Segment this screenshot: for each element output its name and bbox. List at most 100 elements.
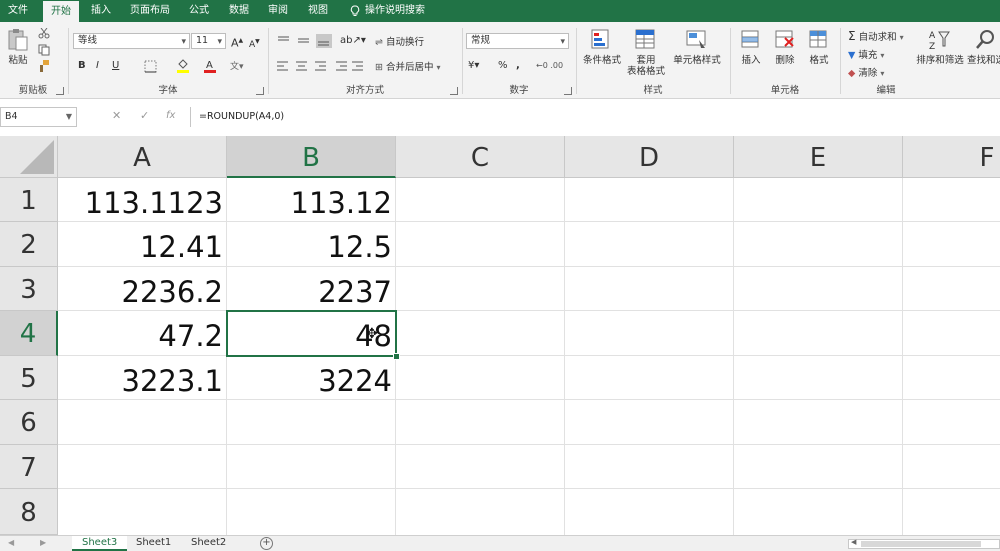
delete-cells-button[interactable]: 删除 xyxy=(768,28,802,66)
wrap-text-button[interactable]: ⇌ 自动换行 xyxy=(375,34,424,48)
enter-icon[interactable]: ✓ xyxy=(140,109,149,122)
worksheet-grid: A B C D E F 1 2 3 4 5 6 7 8 113.1123 12.… xyxy=(0,136,1000,535)
cut-icon[interactable] xyxy=(38,28,50,39)
find-select-button[interactable]: 查找和选 xyxy=(966,28,1000,66)
tell-me-search[interactable]: 操作说明搜索 xyxy=(342,0,433,22)
column-header-b[interactable]: B xyxy=(227,136,396,178)
paste-button[interactable]: 粘贴 xyxy=(4,28,32,66)
font-color-icon[interactable]: A xyxy=(203,58,217,73)
number-launcher-icon[interactable] xyxy=(564,87,572,95)
merge-center-button[interactable]: ⊞ 合并后居中 ▾ xyxy=(375,59,441,73)
scroll-left-icon[interactable]: ◀ xyxy=(8,538,14,547)
column-header-e[interactable]: E xyxy=(734,136,903,178)
copy-icon[interactable] xyxy=(38,44,50,56)
format-as-table-label-2: 表格格式 xyxy=(626,66,665,77)
tab-file[interactable]: 文件 xyxy=(0,0,36,22)
tab-page-layout[interactable]: 页面布局 xyxy=(122,0,178,22)
decimal-buttons-icon[interactable]: ←0 .00 xyxy=(536,59,563,73)
horizontal-scrollbar[interactable]: ◀ xyxy=(848,538,1000,549)
chevron-down-icon: ▾ xyxy=(217,37,222,47)
tab-review[interactable]: 审阅 xyxy=(260,0,296,22)
column-header-c[interactable]: C xyxy=(396,136,565,178)
shrink-font-button[interactable]: A▼ xyxy=(249,35,260,52)
fill-handle[interactable] xyxy=(393,353,400,360)
sheet-tab-sheet3[interactable]: Sheet3 xyxy=(72,536,128,551)
cell-a2[interactable]: 12.41 xyxy=(58,222,227,267)
sort-filter-button[interactable]: A Z 排序和筛选 xyxy=(916,28,964,66)
cell-a1[interactable]: 113.1123 xyxy=(58,178,227,222)
underline-button[interactable]: U xyxy=(112,59,119,73)
row-header-8[interactable]: 8 xyxy=(0,489,58,535)
column-header-a[interactable]: A xyxy=(58,136,227,178)
row-header-1[interactable]: 1 xyxy=(0,178,58,222)
comma-button[interactable]: , xyxy=(516,59,520,73)
font-name-select[interactable]: 等线 ▾ xyxy=(73,33,190,49)
sort-filter-label: 排序和筛选 xyxy=(916,55,964,66)
sheet-tab-sheet2[interactable]: Sheet2 xyxy=(181,536,236,551)
row-header-2[interactable]: 2 xyxy=(0,222,58,267)
phonetic-icon[interactable]: 文▾ xyxy=(230,60,244,74)
tab-home[interactable]: 开始 xyxy=(43,1,79,22)
fill-button[interactable]: ▼ 填充 ▾ xyxy=(848,47,884,61)
column-header-d[interactable]: D xyxy=(565,136,734,178)
search-icon xyxy=(976,30,994,49)
number-format-select[interactable]: 常规 ▾ xyxy=(466,33,569,49)
scroll-right-icon[interactable]: ▶ xyxy=(40,538,46,547)
row-header-7[interactable]: 7 xyxy=(0,445,58,489)
column-header-f[interactable]: F xyxy=(903,136,1000,178)
tab-formulas[interactable]: 公式 xyxy=(181,0,217,22)
styles-group-label: 样式 xyxy=(643,85,663,96)
tab-insert[interactable]: 插入 xyxy=(83,0,119,22)
row-header-5[interactable]: 5 xyxy=(0,356,58,400)
alignment-launcher-icon[interactable] xyxy=(450,87,458,95)
ribbon: 粘贴 剪贴板 等线 ▾ 11 ▾ A▲ A▼ B I U A 文▾ 字体 ab↗… xyxy=(0,22,1000,99)
insert-cells-button[interactable]: 插入 xyxy=(734,28,768,66)
merge-center-icon: ⊞ xyxy=(375,62,383,73)
name-box[interactable]: B4 ▼ xyxy=(0,107,77,127)
currency-button[interactable]: ¥▾ xyxy=(468,59,479,73)
row-header-4[interactable]: 4 xyxy=(0,311,58,356)
scroll-left-arrow-icon[interactable]: ◀ xyxy=(851,538,856,546)
divider xyxy=(268,28,269,94)
tab-data[interactable]: 数据 xyxy=(221,0,257,22)
cell-styles-button[interactable]: 单元格样式 xyxy=(670,28,724,66)
cell-a4[interactable]: 47.2 xyxy=(58,311,227,356)
clear-button[interactable]: ◆ 清除 ▾ xyxy=(848,65,884,79)
scrollbar-thumb[interactable] xyxy=(861,541,981,547)
row-header-6[interactable]: 6 xyxy=(0,400,58,445)
divider xyxy=(68,28,69,94)
format-cells-button[interactable]: 格式 xyxy=(802,28,836,66)
cell-b5[interactable]: 3224 xyxy=(227,356,396,400)
select-all-button[interactable] xyxy=(0,136,58,178)
italic-button[interactable]: I xyxy=(96,59,99,73)
row-header-3[interactable]: 3 xyxy=(0,267,58,311)
grow-font-button[interactable]: A▲ xyxy=(231,34,243,51)
percent-button[interactable]: % xyxy=(498,59,508,73)
fill-color-icon[interactable] xyxy=(176,58,190,73)
cell-b2[interactable]: 12.5 xyxy=(227,222,396,267)
tab-view[interactable]: 视图 xyxy=(300,0,336,22)
cancel-icon[interactable]: ✕ xyxy=(112,109,121,122)
insert-function-button[interactable]: fx xyxy=(166,110,175,121)
font-launcher-icon[interactable] xyxy=(256,87,264,95)
conditional-formatting-button[interactable]: 条件格式 xyxy=(580,28,624,66)
format-as-table-button[interactable]: 套用 表格格式 xyxy=(624,28,668,77)
alignment-group-label: 对齐方式 xyxy=(345,85,384,96)
vertical-align-icons[interactable] xyxy=(276,34,336,48)
cell-a5[interactable]: 3223.1 xyxy=(58,356,227,400)
cell-b1[interactable]: 113.12 xyxy=(227,178,396,222)
font-size-select[interactable]: 11 ▾ xyxy=(191,33,226,49)
autosum-button[interactable]: Σ 自动求和 ▾ xyxy=(848,29,904,43)
sheet-tab-sheet1[interactable]: Sheet1 xyxy=(126,536,181,551)
find-select-label: 查找和选 xyxy=(966,55,1000,66)
cell-a3[interactable]: 2236.2 xyxy=(58,267,227,311)
add-sheet-button[interactable]: + xyxy=(260,537,273,550)
format-painter-icon[interactable] xyxy=(38,60,50,72)
cell-b3[interactable]: 2237 xyxy=(227,267,396,311)
horizontal-align-icons[interactable] xyxy=(276,60,364,72)
formula-input[interactable]: =ROUNDUP(A4,0) xyxy=(190,107,1000,127)
clipboard-launcher-icon[interactable] xyxy=(56,87,64,95)
bold-button[interactable]: B xyxy=(78,59,86,73)
borders-icon[interactable] xyxy=(144,60,157,73)
orientation-icon[interactable]: ab↗▾ xyxy=(340,34,366,48)
